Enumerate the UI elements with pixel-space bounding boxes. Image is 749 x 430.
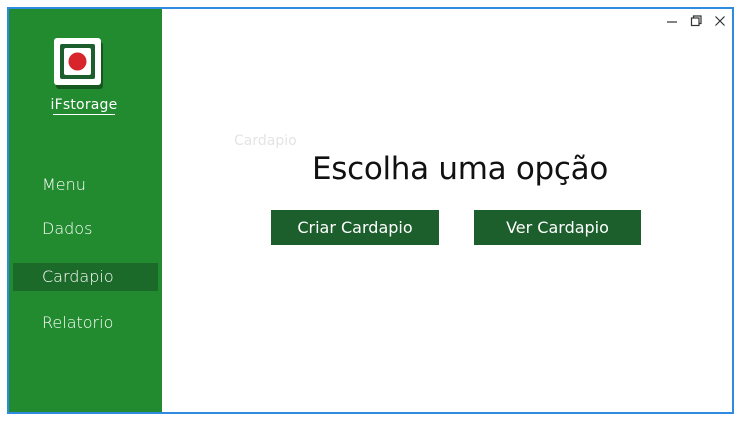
sidebar-item-cardapio[interactable]: Cardapio <box>13 263 158 291</box>
sidebar-item-dados[interactable]: Dados <box>13 215 158 243</box>
window-controls <box>666 15 726 27</box>
view-menu-button[interactable]: Ver Cardapio <box>474 210 641 245</box>
restore-icon[interactable] <box>690 15 702 27</box>
minimize-icon[interactable] <box>666 15 678 27</box>
page-title: Escolha uma opção <box>311 151 609 187</box>
create-menu-button[interactable]: Criar Cardapio <box>271 210 439 245</box>
logo-text: iFstorage <box>29 97 139 115</box>
close-icon[interactable] <box>714 15 726 27</box>
sidebar: iFstorage Menu Dados Cardapio Relatorio <box>9 9 162 412</box>
faded-page-title: Cardapio <box>234 133 297 149</box>
logo-icon <box>54 38 103 89</box>
main-content: Cardapio Escolha uma opção Criar Cardapi… <box>162 9 732 412</box>
sidebar-item-relatorio[interactable]: Relatorio <box>13 309 158 337</box>
sidebar-item-menu[interactable]: Menu <box>13 171 158 199</box>
app-window: iFstorage Menu Dados Cardapio Relatorio … <box>7 7 734 414</box>
